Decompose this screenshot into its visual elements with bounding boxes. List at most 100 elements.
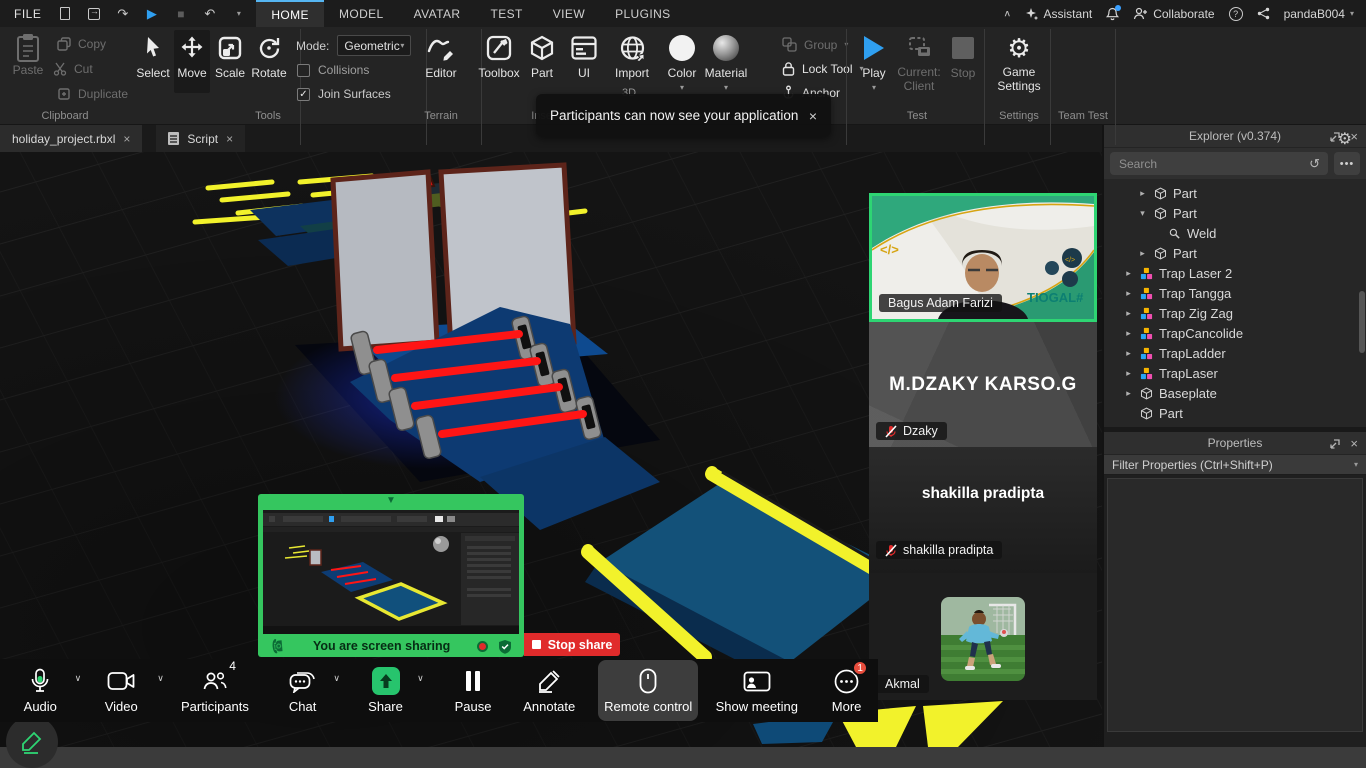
close-panel-icon[interactable]: × [1350, 436, 1358, 451]
terrain-editor-button[interactable]: Editor [418, 33, 464, 80]
doc-tab-project[interactable]: holiday_project.rbxl× [0, 125, 142, 152]
search-history-icon[interactable]: ↺ [1309, 156, 1320, 172]
group-icon [782, 37, 797, 52]
screen-share-preview[interactable]: ▼ ☎ You are scr [258, 494, 524, 657]
mode-dropdown[interactable]: Geometric▾ [337, 35, 411, 56]
explorer-item-part[interactable]: ▾Part [1104, 203, 1366, 223]
explorer-scrollbar[interactable] [1359, 291, 1365, 353]
explorer-item-weld[interactable]: Weld [1104, 223, 1366, 243]
material-button[interactable]: Material ▾ [702, 33, 750, 92]
import-3d-button[interactable]: Import [608, 33, 656, 80]
notifications-bell[interactable] [1106, 7, 1119, 21]
tab-view[interactable]: VIEW [538, 0, 600, 27]
audio-options-chevron[interactable]: ∨ [75, 673, 82, 684]
tab-home[interactable]: HOME [256, 0, 324, 27]
annotate-button[interactable]: Annotate [512, 659, 586, 722]
close-tab-icon[interactable]: × [123, 132, 130, 146]
expand-arrow-icon[interactable]: ▸ [1124, 368, 1133, 379]
expand-arrow-icon[interactable]: ▸ [1124, 288, 1133, 299]
explorer-item-part[interactable]: ▸Part [1104, 243, 1366, 263]
explorer-item-trap-tangga[interactable]: ▸Trap Tangga [1104, 283, 1366, 303]
participants-button[interactable]: 4 Participants [172, 659, 258, 722]
color-button[interactable]: Color ▾ [662, 33, 702, 92]
doc-tab-script[interactable]: Script× [156, 125, 245, 152]
participant-tile-dzaky[interactable]: M.DZAKY KARSO.G Dzaky [869, 322, 1097, 447]
expand-arrow-icon[interactable]: ▸ [1124, 308, 1133, 319]
rotate-tool-button[interactable]: Rotate [249, 33, 289, 80]
expand-arrow-icon[interactable]: ▸ [1124, 388, 1133, 399]
participant-tile-shakilla[interactable]: shakilla pradipta shakilla pradipta [869, 447, 1097, 573]
toolbox-button[interactable]: Toolbox [477, 33, 521, 80]
close-tab-icon[interactable]: × [226, 132, 233, 146]
chat-button[interactable]: Chat [274, 659, 331, 722]
undo-icon[interactable]: ↶ [202, 6, 217, 21]
more-button[interactable]: 1 More [815, 659, 878, 722]
play-dropdown-icon[interactable]: ▾ [872, 83, 876, 92]
expand-arrow-icon[interactable]: ▸ [1124, 348, 1133, 359]
material-dropdown-icon[interactable]: ▾ [724, 83, 728, 92]
user-account[interactable]: pandaB004 ▾ [1284, 7, 1354, 21]
pause-share-button[interactable]: Pause [442, 659, 505, 722]
explorer-item-trap-zig-zag[interactable]: ▸Trap Zig Zag [1104, 303, 1366, 323]
explorer-item-trapladder[interactable]: ▸TrapLadder [1104, 343, 1366, 363]
share-options-chevron[interactable]: ∨ [417, 673, 424, 684]
video-options-chevron[interactable]: ∨ [157, 673, 164, 684]
explorer-item-part[interactable]: ▸Part [1104, 183, 1366, 203]
explorer-item-trapcancolide[interactable]: ▸TrapCancolide [1104, 323, 1366, 343]
explorer-search-input[interactable] [1110, 152, 1328, 175]
stop-share-button[interactable]: Stop share [524, 633, 620, 656]
expand-arrow-icon[interactable]: ▸ [1138, 188, 1147, 199]
show-meeting-button[interactable]: Show meeting [708, 659, 805, 722]
collaborate-button[interactable]: Collaborate [1133, 7, 1214, 21]
share-screen-button[interactable]: Share [356, 659, 415, 722]
qat-customize-icon[interactable]: ▾ [231, 6, 246, 21]
chat-options-chevron[interactable]: ∨ [333, 673, 340, 684]
explorer-item-traplaser[interactable]: ▸TrapLaser [1104, 363, 1366, 383]
explorer-item-baseplate[interactable]: ▸Baseplate [1104, 383, 1366, 403]
collapse-preview-icon[interactable]: ▼ [386, 495, 396, 506]
assistant-button[interactable]: Assistant [1025, 7, 1093, 21]
select-tool-button[interactable]: Select [134, 33, 172, 80]
annotation-pencil-fab[interactable] [6, 716, 58, 768]
color-dropdown-icon[interactable]: ▾ [680, 83, 684, 92]
expand-arrow-icon[interactable]: ▸ [1124, 268, 1133, 279]
float-panel-icon[interactable] [1330, 439, 1340, 449]
scale-tool-button[interactable]: Scale [212, 33, 248, 80]
explorer-item-trap-laser-2[interactable]: ▸Trap Laser 2 [1104, 263, 1366, 283]
participant-tile-bagus[interactable]: </> </> TIOGAL# Bagus Adam Farizi [869, 193, 1097, 322]
file-menu[interactable]: FILE [0, 0, 55, 27]
open-file-icon[interactable] [86, 6, 101, 21]
tab-avatar[interactable]: AVATAR [399, 0, 476, 27]
explorer-item-part[interactable]: Part [1104, 403, 1366, 423]
share-network-icon[interactable] [1257, 7, 1270, 20]
collapse-ribbon-icon[interactable]: ∨ [1003, 8, 1011, 19]
new-file-icon[interactable] [57, 6, 72, 21]
collisions-checkbox-row[interactable]: Collisions [297, 63, 369, 77]
lock-tool-button[interactable]: Lock Tool▾ [782, 61, 864, 76]
participant-tile-akmal[interactable]: Akmal [869, 573, 1097, 700]
tab-test[interactable]: TEST [476, 0, 538, 27]
video-button[interactable]: Video [87, 659, 155, 722]
run-icon[interactable]: ▶ [144, 6, 159, 21]
tab-model[interactable]: MODEL [324, 0, 399, 27]
play-button[interactable]: Play ▾ [856, 33, 892, 92]
remote-control-button[interactable]: Remote control [598, 660, 698, 721]
game-settings-button[interactable]: ⚙ GameSettings [992, 33, 1046, 94]
join-surfaces-checkbox[interactable]: ✓ [297, 88, 310, 101]
help-icon[interactable]: ? [1229, 7, 1243, 21]
expand-arrow-icon[interactable]: ▸ [1124, 328, 1133, 339]
insert-part-button[interactable]: Part [524, 33, 560, 80]
audio-button[interactable]: Audio [8, 659, 73, 722]
notification-close-icon[interactable]: × [809, 108, 817, 124]
expand-arrow-icon[interactable]: ▾ [1138, 208, 1147, 219]
move-tool-button[interactable]: Move [174, 30, 210, 93]
properties-filter-input[interactable]: Filter Properties (Ctrl+Shift+P)▾ [1104, 455, 1366, 475]
join-surfaces-checkbox-row[interactable]: ✓ Join Surfaces [297, 87, 391, 101]
redo-icon[interactable]: ↷ [115, 6, 130, 21]
viewport-settings-gear-icon[interactable]: ⚙ [1338, 129, 1352, 149]
tab-plugins[interactable]: PLUGINS [600, 0, 685, 27]
explorer-more-options-button[interactable]: ••• [1334, 152, 1360, 175]
collisions-checkbox[interactable] [297, 64, 310, 77]
expand-arrow-icon[interactable]: ▸ [1138, 248, 1147, 259]
insert-ui-button[interactable]: UI [566, 33, 602, 80]
